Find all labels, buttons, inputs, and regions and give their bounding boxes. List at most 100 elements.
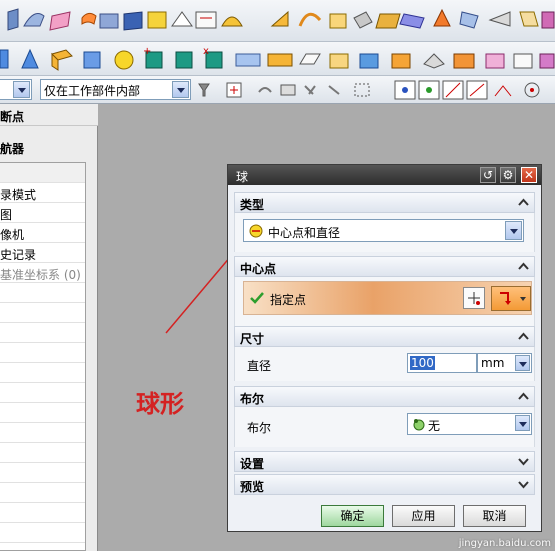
sphere-icon xyxy=(114,50,134,70)
point-type-dropdown[interactable] xyxy=(491,286,531,311)
chevron-down-icon[interactable] xyxy=(517,478,530,491)
diameter-label: 直径 xyxy=(247,359,272,373)
dialog-titlebar[interactable]: 球 ↺ ⚙ ✕ xyxy=(228,165,541,185)
type-filter-dropdown[interactable] xyxy=(0,79,32,100)
list-item xyxy=(0,503,85,523)
cone-icon xyxy=(21,48,39,69)
blend-icon xyxy=(423,53,445,69)
svg-text:+: + xyxy=(143,46,151,57)
list-item xyxy=(0,343,85,363)
center-section-header[interactable]: 中心点 xyxy=(234,256,535,277)
boolean-value: 无 xyxy=(428,419,441,433)
trim-sheet-icon xyxy=(459,11,479,29)
selection-scope-dropdown[interactable]: 仅在工作部件内部 xyxy=(40,79,191,100)
cylinder-icon xyxy=(0,49,9,69)
grid-snap-icon xyxy=(394,80,416,100)
settings-section-label: 设置 xyxy=(240,457,265,471)
snap-point-dropdown-icon xyxy=(226,82,242,98)
chevron-up-icon[interactable] xyxy=(517,260,530,273)
n-sided-icon xyxy=(123,11,143,31)
endpoint-icon xyxy=(418,80,440,100)
list-item xyxy=(0,463,85,483)
reset-icon[interactable]: ↺ xyxy=(480,167,496,183)
chevron-down-icon[interactable] xyxy=(515,355,530,371)
apply-button[interactable]: 应用 xyxy=(392,505,455,527)
chevron-down-icon[interactable] xyxy=(517,455,530,468)
toolbar-icons-row-1[interactable] xyxy=(0,0,555,42)
close-icon[interactable]: ✕ xyxy=(521,167,537,183)
center-diameter-icon xyxy=(249,224,263,238)
panel-header-title: 断点 xyxy=(0,110,25,124)
list-item-label: 基准坐标系 (0) xyxy=(0,268,81,282)
tangent-icon xyxy=(466,80,488,100)
pocket-icon xyxy=(267,53,293,67)
sphere-dialog: 球 ↺ ⚙ ✕ 类型 中心点和直径 中心点 指定点 尺寸 直径 100 mm 布… xyxy=(227,164,542,532)
chevron-up-icon[interactable] xyxy=(517,330,530,343)
navigator-list[interactable]: 录模式 图 像机 史记录 基准坐标系 (0) xyxy=(0,162,86,551)
box-icon xyxy=(83,51,101,69)
face-blend-icon xyxy=(375,13,401,29)
chevron-down-icon[interactable] xyxy=(172,81,189,98)
line-snap-icon xyxy=(442,80,464,100)
unit-dropdown[interactable]: mm xyxy=(477,353,532,373)
snap-icons[interactable] xyxy=(195,76,555,104)
center-section-body: 指定点 xyxy=(234,277,535,326)
boolean-section-body: 布尔 无 xyxy=(234,407,535,447)
diameter-input[interactable]: 100 xyxy=(407,353,477,373)
size-section-body: 直径 100 mm xyxy=(234,347,535,381)
preview-section-label: 预览 xyxy=(240,480,265,494)
primitive-toolbar: + x xyxy=(0,42,555,76)
list-item xyxy=(0,403,85,423)
bridge-icon xyxy=(221,16,243,27)
curve-network-icon xyxy=(298,12,322,27)
specify-point-label: 指定点 xyxy=(270,293,307,307)
list-item[interactable]: 基准坐标系 (0) xyxy=(0,263,85,283)
specify-point-row[interactable]: 指定点 xyxy=(243,281,532,315)
swept-icon xyxy=(81,12,97,25)
global-shaping-icon xyxy=(399,13,425,29)
shell-icon xyxy=(485,53,505,69)
gear-icon[interactable]: ⚙ xyxy=(500,167,516,183)
studio-surface-icon xyxy=(329,13,347,29)
selection-bar: 仅在工作部件内部 xyxy=(0,76,555,104)
list-item-label: 史记录 xyxy=(0,248,37,262)
box-feature-icon xyxy=(147,11,167,29)
cancel-button[interactable]: 取消 xyxy=(463,505,526,527)
dialog-title: 球 xyxy=(236,170,249,184)
point-dialog-button[interactable] xyxy=(463,287,485,309)
thread-icon xyxy=(391,53,411,69)
type-section-header[interactable]: 类型 xyxy=(234,192,535,213)
unit-value: mm xyxy=(481,356,505,370)
paint-icon xyxy=(328,85,340,95)
chevron-up-icon[interactable] xyxy=(517,196,530,209)
preview-section-header[interactable]: 预览 xyxy=(234,474,535,495)
boss-icon: + xyxy=(143,46,163,69)
subtract-icon: x xyxy=(203,46,223,69)
groove-icon xyxy=(329,53,349,69)
list-item xyxy=(0,283,85,303)
settings-section-header[interactable]: 设置 xyxy=(234,451,535,472)
chevron-down-icon[interactable] xyxy=(515,415,530,431)
ok-button[interactable]: 确定 xyxy=(321,505,384,527)
center-snap-icon xyxy=(524,82,540,98)
size-section-header[interactable]: 尺寸 xyxy=(234,326,535,347)
boolean-section-header[interactable]: 布尔 xyxy=(234,386,535,407)
list-item[interactable]: 史记录 xyxy=(0,243,85,263)
type-dropdown[interactable]: 中心点和直径 xyxy=(243,219,524,242)
toolbar-icons-row-2[interactable]: + x xyxy=(0,42,555,76)
block-icon xyxy=(51,49,73,71)
type-section-label: 类型 xyxy=(240,198,265,212)
boolean-dropdown[interactable]: 无 xyxy=(407,413,532,435)
list-item[interactable]: 图 xyxy=(0,203,85,223)
extend-icon xyxy=(488,11,511,27)
list-item xyxy=(0,323,85,343)
list-item[interactable]: 像机 xyxy=(0,223,85,243)
chevron-down-icon[interactable] xyxy=(505,221,522,240)
list-header xyxy=(0,163,85,183)
list-item xyxy=(0,523,85,543)
trim-body-icon xyxy=(539,53,555,69)
chevron-up-icon[interactable] xyxy=(517,390,530,403)
list-item[interactable]: 录模式 xyxy=(0,183,85,203)
chevron-down-icon[interactable] xyxy=(13,81,30,98)
curved-face-icon xyxy=(270,10,289,27)
